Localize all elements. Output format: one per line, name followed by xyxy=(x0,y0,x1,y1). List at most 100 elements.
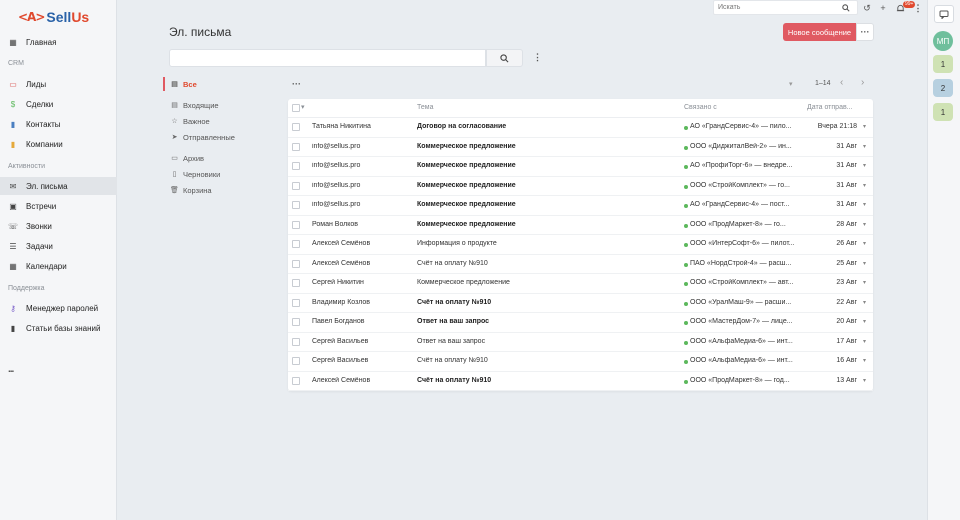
mail-options-icon[interactable]: ⋮ xyxy=(533,52,542,63)
row-related[interactable]: ООО «ПродМаркет-8» — год... xyxy=(690,377,800,384)
row-subject[interactable]: Коммерческое предложение xyxy=(417,201,677,208)
column-subject[interactable]: Тема xyxy=(417,104,433,111)
row-menu-icon[interactable]: ▾ xyxy=(863,123,866,130)
sidebar-item-deals[interactable]: $ Сделки xyxy=(0,95,117,113)
row-related[interactable]: ООО «МастерДом-7» — лице... xyxy=(690,318,800,325)
row-subject[interactable]: Счёт на оплату №910 xyxy=(417,377,677,384)
row-related[interactable]: ООО «УралМаш-9» — расши... xyxy=(690,299,800,306)
prev-page-icon[interactable]: ‹ xyxy=(840,77,843,88)
chat-icon[interactable] xyxy=(934,5,954,23)
row-checkbox[interactable] xyxy=(292,162,300,170)
row-checkbox[interactable] xyxy=(292,298,300,307)
row-menu-icon[interactable]: ▾ xyxy=(863,279,866,286)
row-subject[interactable]: Договор на согласование xyxy=(417,123,677,130)
table-row[interactable]: info@sellus.pro Коммерческое предложение О… xyxy=(288,177,873,196)
sidebar-item-emails[interactable]: ✉ Эл. письма xyxy=(0,177,117,195)
row-related[interactable]: АО «ПрофиТорг-6» — внедре... xyxy=(690,162,800,169)
table-row[interactable]: Татьяна Никитина Договор на согласование А… xyxy=(288,118,873,138)
row-subject[interactable]: Ответ на ваш запрос xyxy=(417,318,677,325)
sidebar-more-button[interactable]: ... xyxy=(8,364,14,375)
row-menu-icon[interactable]: ▾ xyxy=(863,240,866,247)
folder-all[interactable]: ▤ Все xyxy=(163,77,197,91)
rail-badge-3[interactable]: 1 xyxy=(933,103,953,121)
row-checkbox[interactable] xyxy=(292,123,300,131)
row-menu-icon[interactable]: ▾ xyxy=(863,201,866,208)
row-related[interactable]: ООО «ДиджиталВей-2» — ин... xyxy=(690,143,800,150)
kebab-menu-icon[interactable]: ⋮ xyxy=(913,3,923,13)
row-subject[interactable]: Коммерческое предложение xyxy=(417,221,677,228)
row-checkbox[interactable] xyxy=(292,142,300,151)
table-row[interactable]: Алексей Семёнов Информация о продукте ООО … xyxy=(288,235,873,255)
rail-badge-2[interactable]: 2 xyxy=(933,79,953,97)
mail-search-button[interactable] xyxy=(486,49,523,67)
sidebar-item-kb-articles[interactable]: ▮ Статьи базы знаний xyxy=(0,319,117,337)
search-icon[interactable] xyxy=(839,3,853,12)
folder-inbox[interactable]: ▤ Входящие xyxy=(163,98,218,112)
sidebar-item-password-manager[interactable]: ⚷ Менеджер паролей xyxy=(0,299,117,317)
row-menu-icon[interactable]: ▾ xyxy=(863,318,866,325)
row-checkbox[interactable] xyxy=(292,240,300,248)
row-related[interactable]: ООО «СтройКомплект» — авт... xyxy=(690,279,800,286)
folder-important[interactable]: ☆ Важное xyxy=(163,114,209,128)
row-checkbox[interactable] xyxy=(292,279,300,287)
sidebar-item-calls[interactable]: ☏ Звонки xyxy=(0,217,117,235)
plus-icon[interactable]: + xyxy=(878,3,888,13)
row-related[interactable]: ООО «АльфаМедиа-6» — инт... xyxy=(690,357,800,364)
row-menu-icon[interactable]: ▾ xyxy=(863,260,866,267)
row-checkbox[interactable] xyxy=(292,357,300,365)
table-row[interactable]: Алексей Семёнов Счёт на оплату №910 ООО «П… xyxy=(288,372,873,391)
row-related[interactable]: АО «ГрандСервис-4» — пост... xyxy=(690,201,800,208)
row-subject[interactable]: Коммерческое предложение xyxy=(417,182,677,189)
row-menu-icon[interactable]: ▾ xyxy=(863,182,866,189)
row-subject[interactable]: Счёт на оплату №910 xyxy=(417,357,677,364)
history-icon[interactable]: ↺ xyxy=(862,3,872,13)
folder-sent[interactable]: ➤ Отправленные xyxy=(163,130,235,144)
row-related[interactable]: ПАО «НордСтрой-4» — расш... xyxy=(690,260,800,267)
table-row[interactable]: Алексей Семёнов Счёт на оплату №910 ПАО «Н… xyxy=(288,255,873,274)
new-message-button[interactable]: Новое сообщение xyxy=(783,23,856,41)
user-avatar[interactable]: МП xyxy=(933,31,953,51)
row-related[interactable]: ООО «ИнтерСофт-6» — пилот... xyxy=(690,240,800,247)
new-message-more-button[interactable]: ··· xyxy=(856,23,874,41)
mail-search-input[interactable] xyxy=(169,49,486,67)
row-related[interactable]: ООО «ПродМаркет-8» — го... xyxy=(690,221,800,228)
sidebar-item-calendars[interactable]: ▦ Календари xyxy=(0,257,117,275)
row-menu-icon[interactable]: ▾ xyxy=(863,357,866,364)
select-all-checkbox[interactable] xyxy=(292,104,300,112)
sidebar-item-home[interactable]: ▦ Главная xyxy=(0,33,117,51)
table-row[interactable]: Сергей Васильев Счёт на оплату №910 ООО «А… xyxy=(288,352,873,372)
row-checkbox[interactable] xyxy=(292,201,300,209)
row-menu-icon[interactable]: ▾ xyxy=(863,143,866,150)
row-menu-icon[interactable]: ▾ xyxy=(863,377,866,384)
row-subject[interactable]: Коммерческое предложение xyxy=(417,143,677,150)
row-checkbox[interactable] xyxy=(292,220,300,229)
table-row[interactable]: info@sellus.pro Коммерческое предложение А… xyxy=(288,196,873,216)
table-row[interactable]: info@sellus.pro Коммерческое предложение О… xyxy=(288,138,873,157)
sidebar-item-leads[interactable]: ▭ Лиды xyxy=(0,75,117,93)
row-related[interactable]: ООО «АльфаМедиа-6» — инт... xyxy=(690,338,800,345)
row-related[interactable]: ООО «СтройКомплект» — го... xyxy=(690,182,800,189)
rail-badge-1[interactable]: 1 xyxy=(933,55,953,73)
row-subject[interactable]: Счёт на оплату №910 xyxy=(417,260,677,267)
table-row[interactable]: Сергей Васильев Ответ на ваш запрос ООО «А… xyxy=(288,333,873,352)
column-date[interactable]: Дата отправ... xyxy=(807,104,853,111)
table-row[interactable]: Владимир Козлов Счёт на оплату №910 ООО «У… xyxy=(288,294,873,313)
row-checkbox[interactable] xyxy=(292,318,300,326)
row-subject[interactable]: Информация о продукте xyxy=(417,240,677,247)
row-subject[interactable]: Ответ на ваш запрос xyxy=(417,338,677,345)
next-page-icon[interactable]: › xyxy=(861,77,864,88)
folder-drafts[interactable]: ▯ Черновики xyxy=(163,167,221,181)
table-row[interactable]: info@sellus.pro Коммерческое предложение А… xyxy=(288,157,873,177)
sidebar-item-contacts[interactable]: ▮ Контакты xyxy=(0,115,117,133)
table-row[interactable]: Роман Волков Коммерческое предложение ООО … xyxy=(288,216,873,235)
row-subject[interactable]: Коммерческое предложение xyxy=(417,279,677,286)
row-checkbox[interactable] xyxy=(292,337,300,346)
row-menu-icon[interactable]: ▾ xyxy=(863,338,866,345)
sidebar-item-companies[interactable]: ▮ Компании xyxy=(0,135,117,153)
list-actions-button[interactable]: ··· xyxy=(292,79,301,89)
table-row[interactable]: Сергей Никитин Коммерческое предложение ОО… xyxy=(288,274,873,294)
table-row[interactable]: Павел Богданов Ответ на ваш запрос ООО «Ма… xyxy=(288,313,873,333)
folder-archive[interactable]: ▭ Архив xyxy=(163,151,204,165)
sellus-logo[interactable]: <A> SellUs xyxy=(18,8,89,26)
row-menu-icon[interactable]: ▾ xyxy=(863,299,866,306)
